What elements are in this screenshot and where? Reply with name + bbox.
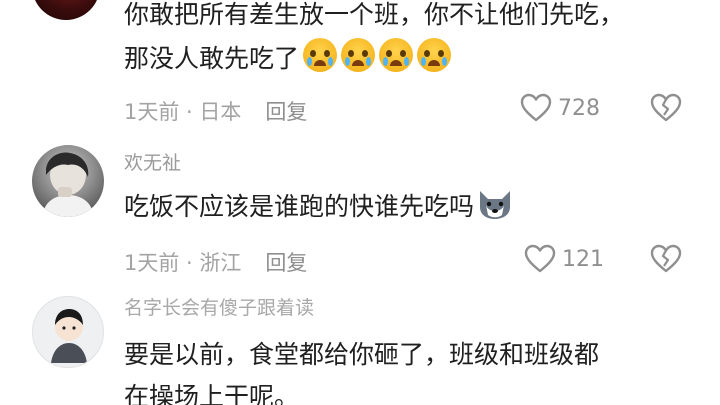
cartoon-boy-icon (51, 309, 87, 363)
comment-time-location: 1天前 · 浙江 (124, 251, 242, 275)
like-button[interactable]: 121 (524, 244, 604, 274)
comment-text: 吃饭不应该是谁跑的快谁先吃吗 (124, 192, 475, 221)
avatar[interactable] (32, 145, 104, 217)
person-photo-icon (42, 152, 94, 217)
crying-face-emoji (341, 38, 376, 72)
comment-text-line-2: 在操场上干呢。 (124, 382, 300, 405)
reply-button[interactable]: 回复 (265, 100, 307, 124)
username[interactable]: 名字长会有傻子跟着读 (124, 293, 314, 320)
comment-text: 那没人敢先吃了 (124, 44, 300, 73)
wolf-emoji (480, 191, 511, 219)
dislike-button[interactable] (650, 93, 682, 127)
reply-button[interactable]: 回复 (265, 251, 307, 275)
crying-face-emoji (379, 38, 414, 72)
broken-heart-icon (650, 93, 682, 122)
comment-text-line-2: 那没人敢先吃了 (124, 38, 452, 80)
heart-icon (520, 93, 552, 122)
broken-heart-icon (650, 244, 682, 273)
crying-face-emoji (417, 38, 452, 72)
like-count: 121 (562, 246, 604, 272)
comment-text-line-1: 吃饭不应该是谁跑的快谁先吃吗 (124, 186, 514, 228)
heart-icon (524, 244, 556, 273)
comment-time-location: 1天前 · 日本 (124, 100, 242, 124)
comment-meta: 1天前 · 日本 回复 (124, 96, 307, 126)
like-count: 728 (558, 95, 600, 121)
comment-text-line-1: 要是以前，食堂都给你砸了，班级和班级都 (124, 340, 600, 369)
avatar[interactable] (32, 0, 100, 20)
comment-meta: 1天前 · 浙江 回复 (124, 247, 307, 277)
comment-text-line-1: 你敢把所有差生放一个班，你不让他们先吃， (124, 0, 625, 29)
avatar[interactable] (32, 296, 104, 368)
like-button[interactable]: 728 (520, 93, 600, 123)
dislike-button[interactable] (650, 244, 682, 278)
username[interactable]: 欢无祉 (124, 148, 181, 175)
crying-face-emoji (303, 38, 338, 72)
